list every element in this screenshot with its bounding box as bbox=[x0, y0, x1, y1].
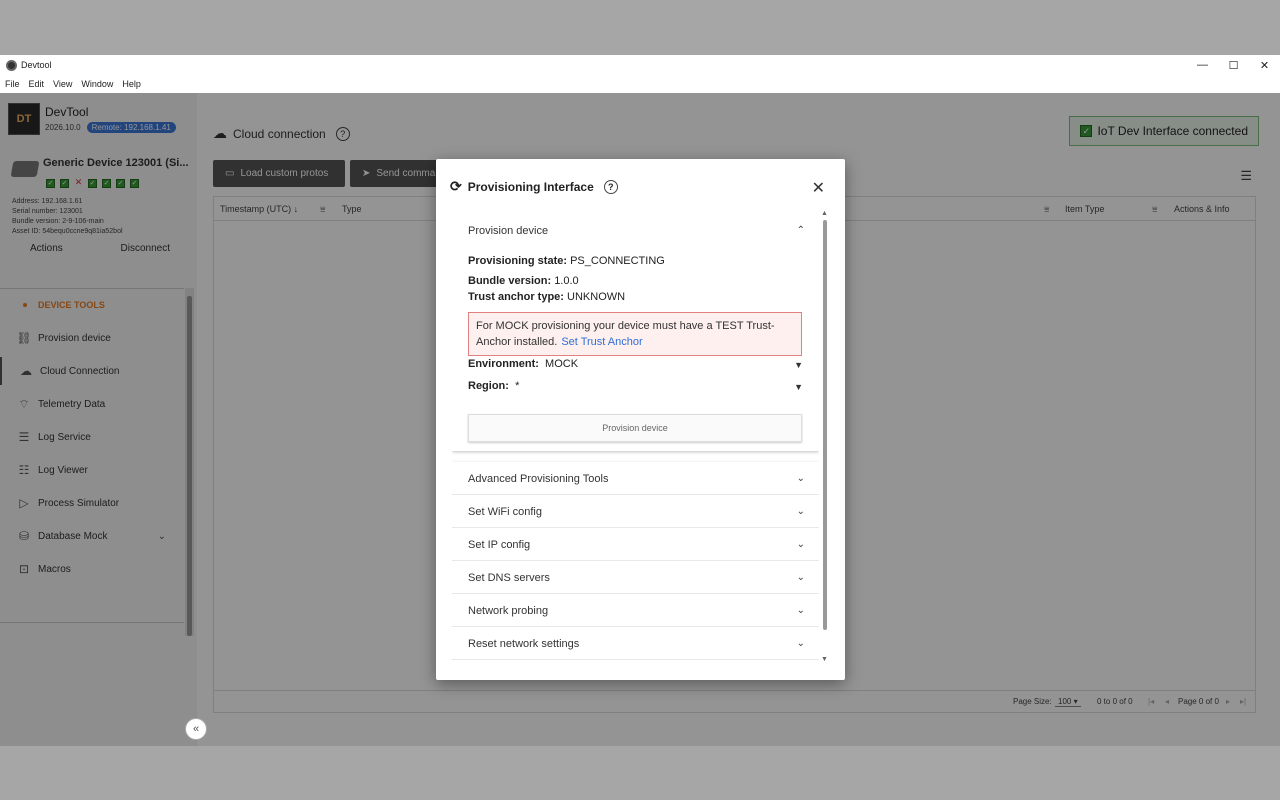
caret-down-icon[interactable]: ▼ bbox=[794, 360, 803, 370]
title-bar: Devtool — ☐ ✕ bbox=[0, 55, 1280, 75]
chevron-down-icon: ⌄ bbox=[796, 605, 805, 616]
caret-down-icon[interactable]: ▼ bbox=[794, 382, 803, 392]
provisioning-state: Provisioning state: PS_CONNECTING bbox=[468, 255, 665, 267]
scroll-up-icon[interactable]: ▲ bbox=[821, 210, 828, 217]
provisioning-dialog: ⟳ Provisioning Interface ? ✕ Provision d… bbox=[436, 159, 845, 680]
chevron-up-icon[interactable]: ⌃ bbox=[797, 225, 805, 236]
region-select[interactable]: Region: * bbox=[468, 380, 519, 392]
menu-file[interactable]: File bbox=[5, 79, 20, 89]
set-trust-anchor-link[interactable]: Set Trust Anchor bbox=[561, 336, 642, 348]
chevron-down-icon: ⌄ bbox=[796, 506, 805, 517]
menu-bar: File Edit View Window Help bbox=[0, 75, 1280, 93]
accordion-dns-servers[interactable]: Set DNS servers ⌄ bbox=[452, 561, 819, 594]
accordion-ip-config[interactable]: Set IP config ⌄ bbox=[452, 528, 819, 561]
scroll-down-icon[interactable]: ▼ bbox=[821, 656, 828, 663]
chevron-down-icon: ⌄ bbox=[796, 638, 805, 649]
dialog-header: ⟳ Provisioning Interface ? bbox=[450, 178, 618, 195]
accordion-reset-network[interactable]: Reset network settings ⌄ bbox=[452, 627, 819, 660]
bundle-version: Bundle version: 1.0.0 bbox=[468, 275, 579, 287]
chevron-down-icon: ⌄ bbox=[796, 572, 805, 583]
close-icon[interactable]: ✕ bbox=[812, 178, 825, 198]
provision-device-card: Provision device ⌃ Provisioning state: P… bbox=[452, 209, 819, 451]
environment-select[interactable]: Environment: MOCK bbox=[468, 358, 578, 370]
menu-window[interactable]: Window bbox=[81, 79, 113, 89]
close-window-icon[interactable]: ✕ bbox=[1249, 55, 1280, 75]
trust-anchor-alert: For MOCK provisioning your device must h… bbox=[468, 312, 802, 356]
menu-view[interactable]: View bbox=[53, 79, 72, 89]
chevron-down-icon: ⌄ bbox=[796, 539, 805, 550]
app-icon bbox=[6, 59, 17, 71]
chevron-down-icon: ⌄ bbox=[796, 473, 805, 484]
accordion-wifi-config[interactable]: Set WiFi config ⌄ bbox=[452, 495, 819, 528]
window-title: Devtool bbox=[21, 60, 52, 70]
accordion-list: Advanced Provisioning Tools ⌄ Set WiFi co… bbox=[452, 462, 819, 667]
trust-anchor-type: Trust anchor type: UNKNOWN bbox=[468, 291, 626, 303]
scrollbar-thumb[interactable] bbox=[823, 220, 827, 630]
accordion-network-probing[interactable]: Network probing ⌄ bbox=[452, 594, 819, 627]
menu-help[interactable]: Help bbox=[122, 79, 141, 89]
help-icon[interactable]: ? bbox=[603, 179, 618, 194]
maximize-icon[interactable]: ☐ bbox=[1218, 55, 1249, 75]
dialog-body: Provision device ⌃ Provisioning state: P… bbox=[452, 209, 819, 667]
collapse-sidebar-icon[interactable]: « bbox=[185, 718, 207, 740]
accordion-advanced-tools[interactable]: Advanced Provisioning Tools ⌄ bbox=[452, 462, 819, 495]
minimize-icon[interactable]: — bbox=[1187, 55, 1218, 75]
dialog-title: Provisioning Interface bbox=[467, 179, 594, 194]
sync-icon: ⟳ bbox=[450, 178, 462, 194]
dialog-scrollbar[interactable]: ▲ ▼ bbox=[821, 210, 829, 667]
menu-edit[interactable]: Edit bbox=[29, 79, 45, 89]
section-title[interactable]: Provision device bbox=[468, 225, 548, 237]
provision-device-button[interactable]: Provision device bbox=[468, 414, 802, 442]
